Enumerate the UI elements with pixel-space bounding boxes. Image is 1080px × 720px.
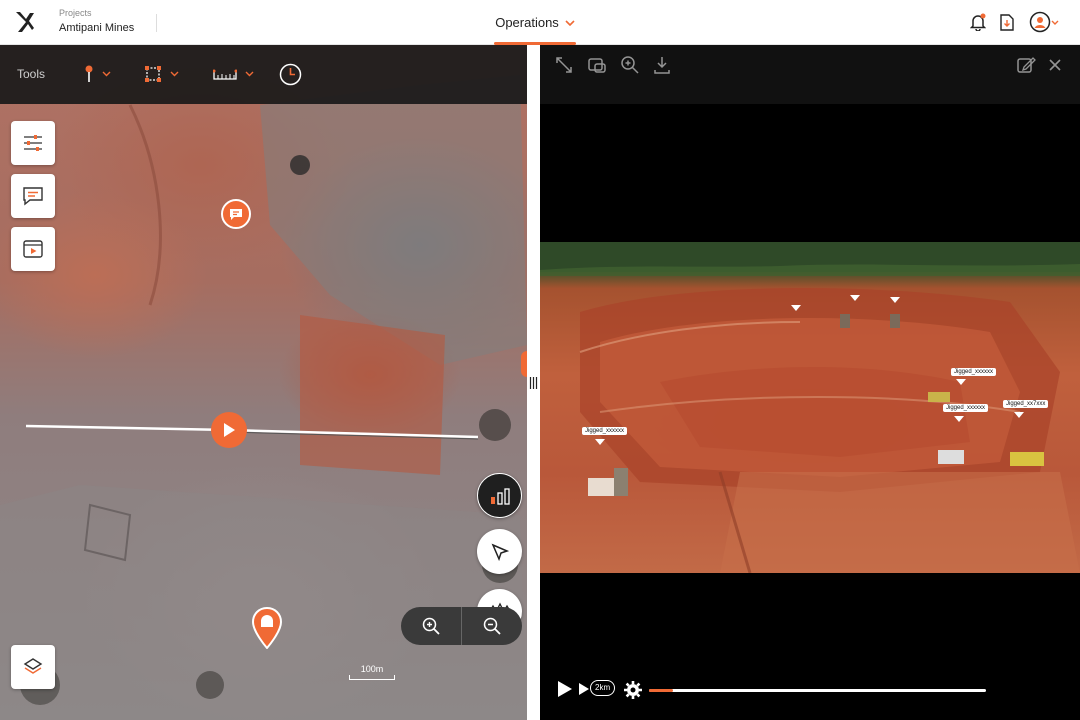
scale-bar	[349, 675, 395, 680]
zoom-in-icon	[422, 617, 440, 635]
location-pin-icon[interactable]	[252, 607, 282, 649]
project-caption: Projects	[59, 8, 92, 18]
tools-toolbar: Tools	[0, 45, 527, 104]
filters-button[interactable]	[11, 121, 55, 165]
zoom-control	[401, 607, 522, 645]
tag-pointer	[791, 305, 801, 311]
pin-tool-icon	[85, 65, 93, 82]
layers-icon	[23, 658, 43, 674]
video-frame[interactable]: Jigged_xxxxxx Jigged_xxxxxx Jigged_xx7xx…	[540, 242, 1080, 573]
layers-button[interactable]	[11, 645, 55, 689]
project-name: Amtipani Mines	[59, 22, 135, 34]
chat-icon	[23, 187, 43, 206]
measure-tool-button[interactable]	[213, 62, 254, 86]
vehicle-tag[interactable]: Jigged_xxxxxx	[951, 368, 997, 376]
tag-pointer	[954, 416, 964, 422]
tag-pointer	[1014, 412, 1024, 418]
chevron-down-icon	[1051, 20, 1059, 25]
download-icon[interactable]	[652, 55, 672, 75]
notifications-button[interactable]	[967, 11, 989, 33]
user-menu-button[interactable]	[1028, 11, 1060, 33]
operations-tab[interactable]: Operations	[486, 0, 584, 45]
sliders-icon	[24, 135, 42, 151]
comment-icon	[230, 208, 242, 220]
avatar-icon	[1029, 11, 1051, 33]
comment-marker[interactable]	[221, 199, 251, 229]
ruler-icon	[213, 69, 237, 80]
picture-in-picture-icon[interactable]	[587, 55, 607, 75]
video-position-marker[interactable]	[211, 412, 247, 448]
chevron-down-icon	[170, 71, 179, 77]
active-tab-indicator	[494, 42, 576, 45]
expand-icon[interactable]	[554, 55, 574, 75]
clock-icon[interactable]	[279, 63, 302, 86]
operations-tab-label: Operations	[495, 15, 559, 30]
playback-speed-button[interactable]: 2km	[590, 680, 616, 696]
zoom-out-button[interactable]	[462, 607, 522, 645]
zoom-icon[interactable]	[620, 55, 640, 75]
video-progress-bar[interactable]	[649, 689, 986, 692]
close-icon[interactable]	[1045, 55, 1065, 75]
map-scale: 100m	[349, 664, 395, 680]
video-controls: 2km	[540, 672, 1080, 708]
comments-button[interactable]	[11, 174, 55, 218]
file-download-icon	[1000, 13, 1014, 31]
tag-pointer	[850, 295, 860, 301]
vehicle-tag[interactable]: Jigged_xxxxxx	[943, 404, 989, 412]
skip-icon[interactable]	[578, 682, 590, 696]
point-tool-button[interactable]	[84, 62, 111, 86]
app-logo[interactable]	[14, 10, 36, 34]
header-divider	[156, 14, 157, 32]
mine-pit-scene	[540, 242, 1080, 573]
project-switcher[interactable]: Projects Amtipani Mines	[59, 8, 134, 35]
video-icon	[23, 240, 43, 258]
bell-icon	[970, 13, 986, 31]
vehicle-tag[interactable]: Jigged_xxxxxx	[582, 427, 628, 435]
drag-handle-icon	[529, 376, 538, 389]
tag-pointer	[890, 297, 900, 303]
bar-chart-icon	[490, 487, 510, 505]
tag-pointer	[956, 379, 966, 385]
split-view-divider[interactable]	[527, 45, 540, 720]
chevron-down-icon	[245, 71, 254, 77]
annotate-icon[interactable]	[1016, 55, 1036, 75]
select-tool-button[interactable]	[477, 529, 522, 574]
download-report-button[interactable]	[996, 11, 1018, 33]
cursor-icon	[491, 543, 509, 561]
tools-label: Tools	[17, 67, 46, 81]
video-progress-fill	[649, 689, 673, 692]
analytics-button[interactable]	[477, 473, 522, 518]
polygon-select-icon	[145, 66, 161, 82]
settings-gear-icon[interactable]	[623, 680, 643, 700]
zoom-out-icon	[483, 617, 501, 635]
play-icon	[224, 423, 235, 437]
vehicle-tag[interactable]: Jigged_xx7xxx	[1003, 400, 1049, 408]
tag-pointer	[595, 439, 605, 445]
play-button[interactable]	[556, 679, 574, 699]
scale-label: 100m	[360, 664, 384, 674]
chevron-down-icon	[565, 19, 575, 26]
app-header: Projects Amtipani Mines Operations	[0, 0, 1080, 45]
video-toolbar	[540, 45, 1080, 104]
zoom-in-button[interactable]	[401, 607, 461, 645]
chevron-down-icon	[102, 71, 111, 77]
area-tool-button[interactable]	[144, 62, 179, 86]
video-list-button[interactable]	[11, 227, 55, 271]
